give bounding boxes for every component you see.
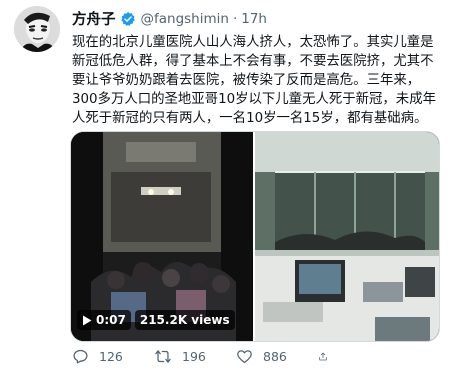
video-duration: 0:07 — [96, 313, 126, 327]
reply-count: 126 — [99, 348, 123, 364]
video-duration-badge: 0:07 — [77, 310, 131, 330]
video-badge: 0:07 215.2K views — [77, 310, 239, 330]
tweet: 方舟子 @fangshimin · 17h 现在的北京儿童医院人山人海人挤人，太… — [0, 0, 450, 372]
tweet-text-line: 现在的北京儿童医院人山人海人挤人，太恐怖了。其实儿童是 — [72, 35, 434, 50]
tweet-media[interactable]: 0:07 215.2K views — [70, 131, 440, 342]
reply-button[interactable]: 126 — [72, 348, 154, 365]
retweet-count: 196 — [182, 348, 206, 364]
video-views: 215.2K views — [139, 313, 230, 327]
video-views-badge: 215.2K views — [134, 310, 235, 330]
tweet-text-line: 300多万人口的圣地亚哥10岁以下儿童无人死于新冠，未成年 — [72, 92, 436, 107]
heart-icon — [237, 349, 252, 363]
retweet-icon — [155, 349, 171, 363]
tweet-text-line: 新冠低危人群，得了基本上不会有事，不要去医院挤，尤其不 — [72, 54, 434, 69]
photo-thumbnail[interactable] — [255, 132, 439, 341]
share-button[interactable] — [318, 348, 338, 365]
tweet-text-line: 人死于新冠的只有两人，一名10岁一名15岁，都有基础病。 — [72, 111, 428, 126]
tweet-timestamp[interactable]: 17h — [241, 11, 267, 27]
header-separator: · — [232, 10, 238, 27]
author-handle[interactable]: @fangshimin — [141, 11, 229, 27]
author-name[interactable]: 方舟子 — [72, 8, 116, 29]
reply-icon — [73, 349, 88, 364]
like-button[interactable]: 886 — [236, 348, 318, 365]
tweet-actions: 126 196 886 — [72, 346, 432, 366]
verified-badge-icon — [120, 11, 136, 27]
retweet-button[interactable]: 196 — [154, 348, 236, 365]
play-icon[interactable] — [82, 315, 92, 326]
tweet-header: 方舟子 @fangshimin · 17h — [72, 8, 267, 29]
like-count: 886 — [263, 348, 287, 364]
avatar[interactable] — [14, 6, 60, 52]
tweet-text-line: 要让爷爷奶奶跟着去医院，被传染了反而是高危。三年来， — [72, 73, 421, 88]
tweet-text: 现在的北京儿童医院人山人海人挤人，太恐怖了。其实儿童是 新冠低危人群，得了基本上… — [72, 33, 444, 128]
share-icon — [319, 352, 327, 360]
